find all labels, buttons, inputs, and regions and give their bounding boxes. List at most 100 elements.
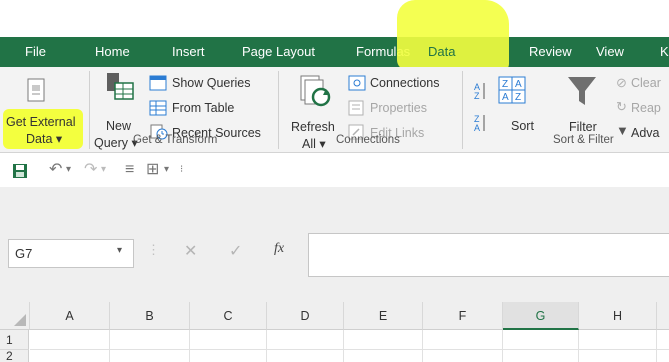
cell-c2[interactable] [190,350,267,362]
insert-function-icon[interactable]: fx [274,241,284,257]
connections-icon [348,75,366,91]
quick-access-toolbar: ↶ ▾ ↷ ▾ ≡ ⊞ ▾ ⁝ [0,153,669,187]
redo-icon[interactable]: ↷ [84,153,97,187]
column-header-a[interactable]: A [30,302,110,330]
tab-page-layout[interactable]: Page Layout [242,37,315,67]
redo-dropdown-icon[interactable]: ▾ [101,153,106,187]
reapply-icon: ↻ [616,99,627,114]
cell-partial-2[interactable] [657,350,669,362]
svg-text:Z: Z [474,91,480,101]
borders-dropdown-icon[interactable]: ▾ [164,153,169,187]
clear-button[interactable]: Clear [631,76,661,90]
undo-icon[interactable]: ↶ [49,153,62,187]
sort-az-icon: A Z [474,82,485,101]
cell-c1[interactable] [190,330,267,350]
ribbon: Get External Data ▾ New Query ▾ Show Que… [0,67,669,153]
group-label-sort-filter: Sort & Filter [553,134,614,146]
sort-dialog-icon: Z A A Z [498,76,526,104]
refresh-all-label-line2[interactable]: All ▾ [302,136,326,151]
from-table-button[interactable]: From Table [172,101,234,115]
group-label-get-transform: Get & Transform [133,134,218,146]
svg-text:A: A [502,92,509,103]
row-header-1[interactable]: 1 [0,330,29,350]
get-external-data-label-line2[interactable]: Data ▾ [26,131,62,146]
column-header-e[interactable]: E [344,302,423,330]
cell-d2[interactable] [267,350,344,362]
filter-button[interactable]: Filter [569,120,597,134]
cell-a2[interactable] [30,350,110,362]
name-box-dropdown-icon[interactable]: ▾ [117,245,122,256]
show-queries-icon [149,75,167,91]
advanced-filter-icon: ▼ [616,123,629,138]
cell-g1[interactable] [503,330,579,350]
get-external-data-button-label[interactable]: Get External [6,115,75,129]
save-icon[interactable] [12,163,28,179]
cell-d1[interactable] [267,330,344,350]
enter-icon[interactable]: ✓ [229,241,242,261]
cell-b1[interactable] [110,330,190,350]
advanced-button[interactable]: Adva [631,126,660,140]
cell-e2[interactable] [344,350,423,362]
properties-button[interactable]: Properties [370,101,427,115]
group-label-connections: Connections [336,134,400,146]
tab-view[interactable]: View [596,37,624,67]
new-query-label-line2[interactable]: Query ▾ [94,135,138,150]
cell-e1[interactable] [344,330,423,350]
customize-qat-icon[interactable]: ⁝ [180,153,183,187]
row-header-2[interactable]: 2 [0,350,29,362]
tab-k[interactable]: K [660,37,669,67]
tab-file[interactable]: File [25,37,46,67]
name-box-value: G7 [15,246,33,261]
svg-text:A: A [474,123,480,133]
cell-g2[interactable] [503,350,579,362]
column-header-c[interactable]: C [190,302,267,330]
from-table-icon [149,100,167,116]
column-header-partial[interactable] [657,302,669,330]
properties-icon [348,100,364,116]
svg-text:A: A [515,79,522,90]
ribbon-tab-bar: File Home Insert Page Layout Formulas Re… [0,37,669,67]
filter-icon [568,77,596,105]
cell-a1[interactable] [30,330,110,350]
sort-za-icon: Z A [474,114,485,133]
connections-button[interactable]: Connections [370,76,440,90]
drag-handle-icon[interactable]: ⋮ [147,242,160,258]
undo-dropdown-icon[interactable]: ▾ [66,153,71,187]
column-header-g[interactable]: G [503,302,579,330]
cell-f2[interactable] [423,350,503,362]
select-all-corner[interactable] [0,302,30,330]
reapply-button[interactable]: Reap [631,101,661,115]
cell-h2[interactable] [579,350,657,362]
cell-h1[interactable] [579,330,657,350]
tab-insert[interactable]: Insert [172,37,205,67]
align-icon[interactable]: ≡ [125,153,134,187]
column-header-b[interactable]: B [110,302,190,330]
name-box[interactable]: G7 ▾ [8,239,134,268]
tab-home[interactable]: Home [95,37,130,67]
cell-b2[interactable] [110,350,190,362]
new-query-button-label[interactable]: New [106,119,131,133]
show-queries-button[interactable]: Show Queries [172,76,251,90]
clear-filter-icon: ⊘ [616,75,627,90]
borders-icon[interactable]: ⊞ [146,153,159,187]
dropdown-arrow-icon: ▾ [55,132,63,146]
new-query-icon [107,73,134,100]
dropdown-arrow-icon: ▾ [319,137,326,151]
cell-f1[interactable] [423,330,503,350]
tab-data[interactable]: Data [428,37,455,67]
sort-button[interactable]: Sort [511,119,534,133]
document-icon [27,78,45,102]
column-header-h[interactable]: H [579,302,657,330]
column-header-f[interactable]: F [423,302,503,330]
column-header-d[interactable]: D [267,302,344,330]
svg-text:Z: Z [515,92,521,103]
refresh-all-icon [300,75,331,107]
cell-partial-1[interactable] [657,330,669,350]
formula-input[interactable] [308,233,669,277]
select-all-triangle-icon [14,314,26,326]
svg-text:Z: Z [502,79,508,90]
cancel-icon[interactable]: ✕ [184,241,197,261]
refresh-all-button-label[interactable]: Refresh [291,120,335,134]
formula-bar-area: G7 ▾ ⋮ ✕ ✓ fx [0,187,669,302]
tab-review[interactable]: Review [529,37,572,67]
